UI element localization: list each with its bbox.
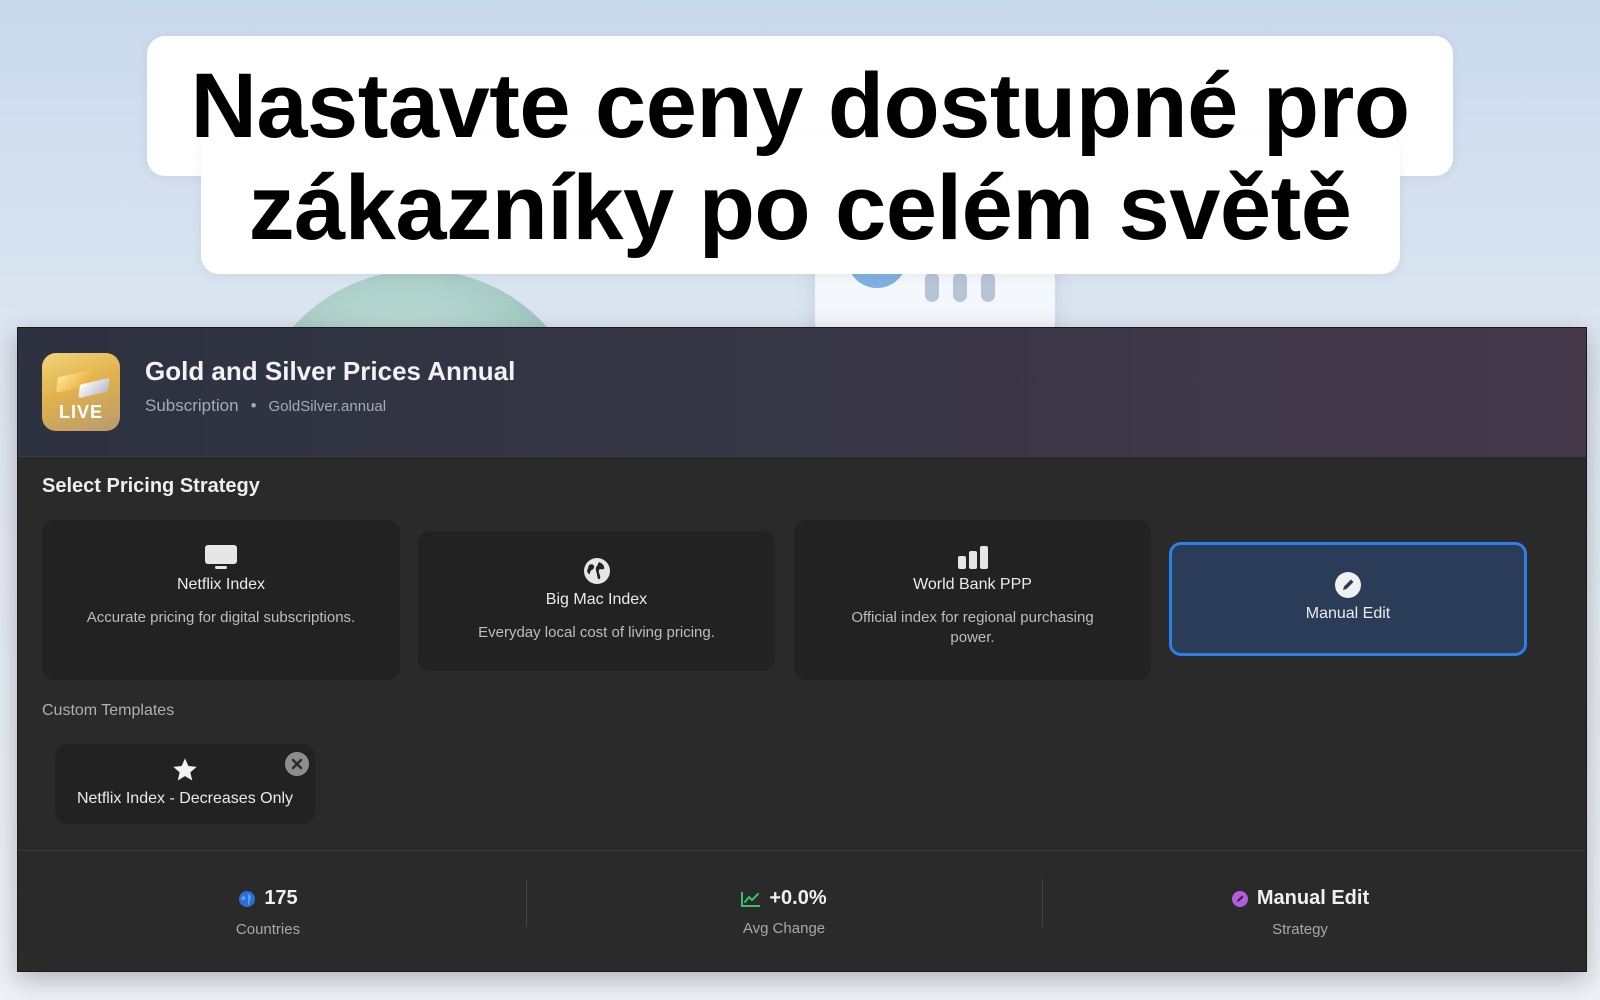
strategy-card-manual-edit[interactable]: Manual Edit [1169,542,1527,656]
background-bar [953,272,967,302]
avg-change-value-row: +0.0% [741,887,827,910]
headline-line2: zákazníky po celém světě [248,157,1352,259]
strategy-description: Official index for regional purchasing p… [851,609,1094,646]
bar-chart-icon [957,546,988,569]
countries-label: Countries [235,920,301,938]
custom-template-item[interactable]: Netflix Index - Decreases Only [55,744,315,824]
globe-dot-icon [239,890,256,907]
strategy-stat: Manual Edit Strategy [1200,887,1400,938]
strategy-value: Manual Edit [1256,887,1370,909]
meta-separator: • [250,396,257,415]
stat-separator [1042,879,1043,927]
star-icon [173,758,197,781]
strategy-name: Big Mac Index [545,591,648,608]
background-bar [981,272,995,302]
custom-template-name: Netflix Index - Decreases Only [76,790,294,807]
product-bundle-id: GoldSilver.annual [268,398,387,415]
product-header: LIVE Gold and Silver Prices Annual Subsc… [18,328,1586,457]
strategy-description: Everyday local cost of living pricing. [478,624,715,641]
strategy-label: Strategy [1272,920,1328,938]
product-meta: Subscription • GoldSilver.annual [145,396,386,416]
strategy-value-row: Manual Edit [1231,887,1369,910]
background-bar [925,272,939,302]
monitor-icon [205,545,237,569]
remove-template-close-icon[interactable] [285,752,309,776]
strategy-card-world-bank-ppp[interactable]: World Bank PPP Official index for region… [794,520,1151,680]
avg-change-stat: +0.0% Avg Change [684,887,884,937]
product-type: Subscription [145,396,239,415]
avg-change-value: +0.0% [769,887,827,909]
summary-footer: 175 Countries +0.0% Avg Change Manual Ed… [18,851,1586,971]
pencil-dot-icon [1231,890,1248,907]
strategy-name: World Bank PPP [913,576,1032,593]
stat-separator [526,879,527,927]
section-title: Select Pricing Strategy [42,475,260,497]
strategy-name: Netflix Index [176,576,266,593]
strategy-description: Accurate pricing for digital subscriptio… [86,609,356,626]
live-badge: LIVE [58,402,103,422]
strategy-card-netflix-index[interactable]: Netflix Index Accurate pricing for digit… [42,520,400,680]
avg-change-label: Avg Change [742,919,826,937]
strategy-name: Manual Edit [1305,605,1391,622]
pricing-window: LIVE Gold and Silver Prices Annual Subsc… [17,327,1587,972]
countries-value-row: 175 [238,887,298,910]
custom-templates-label: Custom Templates [42,702,175,719]
headline-line1: Nastavte ceny dostupné pro [190,55,1410,157]
strategy-card-big-mac-index[interactable]: Big Mac Index Everyday local cost of liv… [418,531,775,671]
globe-icon [583,558,610,584]
trend-icon [741,891,761,907]
app-icon: LIVE [42,353,120,431]
countries-value: 175 [264,887,298,909]
countries-stat: 175 Countries [168,887,368,938]
product-title: Gold and Silver Prices Annual [145,356,516,386]
pencil-icon [1335,572,1361,598]
